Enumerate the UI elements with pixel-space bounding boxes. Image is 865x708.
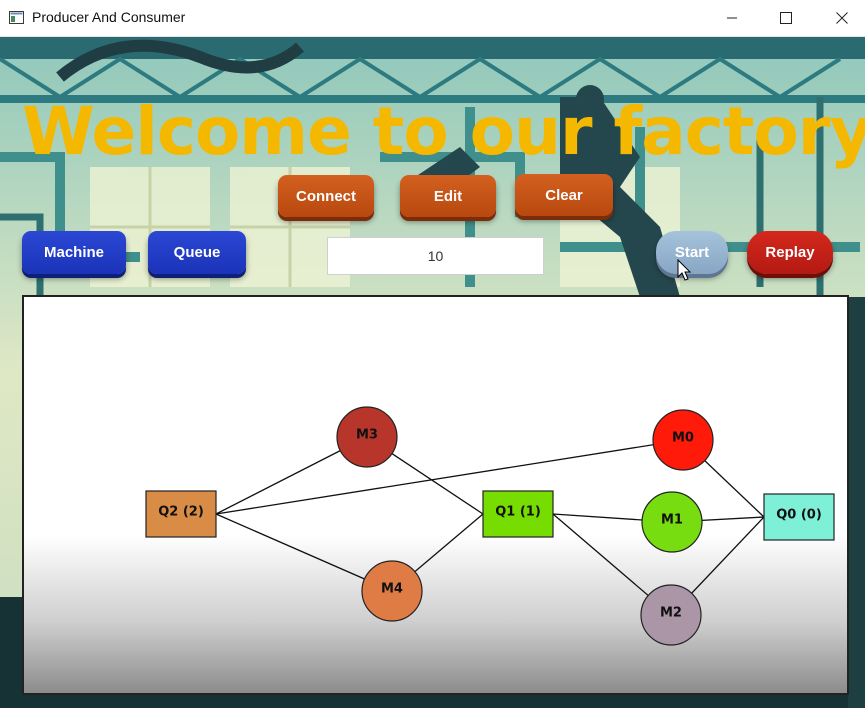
simulation-canvas[interactable]: Q2 (2) M3 M4 Q1 (1) M0 M1 M2 Q0 (0) (22, 295, 849, 695)
maximize-icon[interactable] (763, 0, 809, 36)
machine-node-m4[interactable]: M4 (361, 560, 423, 622)
edit-button[interactable]: Edit (400, 175, 496, 217)
node-label: M2 (660, 606, 682, 621)
clear-button[interactable]: Clear (515, 174, 613, 216)
close-icon[interactable] (819, 0, 865, 36)
machine-node-m2[interactable]: M2 (640, 584, 702, 646)
connect-button[interactable]: Connect (278, 175, 374, 217)
product-count-input[interactable] (327, 237, 544, 275)
graph-drawing: Q2 (2) M3 M4 Q1 (1) M0 M1 M2 Q0 (0) (145, 406, 835, 646)
app-icon (9, 11, 24, 24)
node-label: M0 (672, 431, 694, 446)
window-title-bar: Producer And Consumer (0, 0, 865, 37)
machine-node-m1[interactable]: M1 (641, 491, 703, 553)
node-label: M1 (661, 513, 683, 528)
replay-button[interactable]: Replay (747, 231, 833, 274)
window-title: Producer And Consumer (32, 9, 186, 25)
machine-node-m0[interactable]: M0 (652, 409, 714, 471)
node-label: Q2 (2) (158, 505, 204, 520)
edge-q2-m0 (215, 439, 684, 515)
queue-node-q1[interactable]: Q1 (1) (482, 490, 554, 538)
queue-button[interactable]: Queue (148, 231, 246, 274)
queue-node-q2[interactable]: Q2 (2) (145, 490, 217, 538)
machine-node-m3[interactable]: M3 (336, 406, 398, 468)
machine-button[interactable]: Machine (22, 231, 126, 274)
mouse-pointer-icon (677, 259, 692, 281)
node-label: M3 (356, 428, 378, 443)
node-label: M4 (381, 582, 403, 597)
node-label: Q1 (1) (495, 505, 541, 520)
welcome-heading: Welcome to our factory (22, 93, 865, 170)
node-label: Q0 (0) (776, 508, 822, 523)
queue-node-q0[interactable]: Q0 (0) (763, 493, 835, 541)
minimize-icon[interactable] (709, 0, 755, 36)
